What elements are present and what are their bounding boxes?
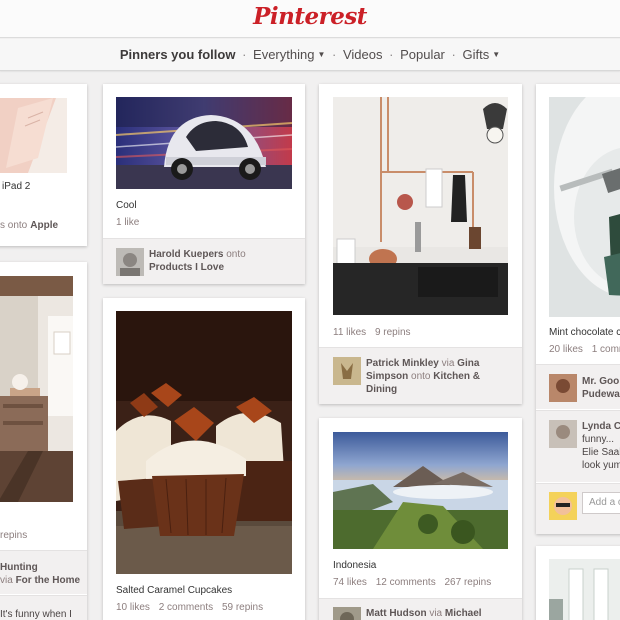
pin-comment: Lynda C funny... Elie Saab look yum — [536, 410, 620, 482]
comments-count: 12 comments — [375, 577, 436, 588]
pin-stats: repins — [0, 530, 33, 541]
via-text: via — [429, 608, 443, 619]
pin-image-ipad[interactable] — [0, 98, 67, 173]
nav-everything-label: Everything — [253, 47, 315, 62]
user-link[interactable]: Mr. Goo — [582, 376, 619, 387]
pin-image-mint[interactable] — [549, 97, 620, 317]
attribution-text: Harold Kuepers onto Products I Love — [149, 248, 246, 274]
pin-comment: It's funny when I — [0, 595, 87, 620]
likes-count: 1 like — [116, 217, 140, 228]
pin-description: iPad 2 — [2, 181, 31, 192]
pin-room[interactable] — [536, 546, 620, 620]
via-user-link[interactable]: Michael — [445, 608, 482, 619]
chevron-down-icon: ▼ — [492, 50, 501, 59]
pin-image-indonesia[interactable] — [333, 432, 508, 549]
my-avatar[interactable] — [549, 492, 577, 520]
repins-count: 267 repins — [444, 577, 492, 588]
repins-count: 9 repins — [374, 327, 411, 338]
comment-text: Lynda C funny... Elie Saab look yum — [582, 420, 620, 472]
nav-gifts-label: Gifts — [462, 47, 490, 62]
repinned-text: s onto — [0, 220, 28, 231]
nav-videos[interactable]: Videos — [343, 47, 383, 62]
commenter-name[interactable]: Lynda C — [582, 421, 620, 432]
pin-stats: 11 likes 9 repins — [333, 327, 417, 338]
via-text: via — [441, 358, 455, 369]
pin-image-room[interactable] — [549, 559, 620, 620]
pin-image-kitchen[interactable] — [333, 97, 508, 315]
comment-line: funny... — [582, 434, 615, 445]
nav-pinners-you-follow[interactable]: Pinners you follow — [120, 47, 236, 62]
pin-description: Mint chocolate c — [549, 327, 620, 338]
pin-stats: 20 likes 1 comm — [549, 344, 620, 355]
user-avatar[interactable] — [333, 607, 361, 620]
category-bar: Pinners you follow · Everything ▼ · Video… — [0, 39, 620, 71]
pin-image-cupcakes[interactable] — [116, 311, 292, 574]
top-bar: Pinterest — [0, 0, 620, 38]
pin-cupcakes[interactable]: Salted Caramel Cupcakes 10 likes 2 comme… — [103, 298, 305, 620]
pin-image-interior[interactable] — [0, 276, 73, 502]
pin-attribution: Matt Hudson via Michael — [319, 598, 522, 620]
pin-interior[interactable]: repins Hunting via For the Home It's fun… — [0, 262, 87, 620]
user-link[interactable]: Patrick Minkley — [366, 358, 439, 369]
pin-ipad[interactable]: iPad 2 s onto Apple — [0, 84, 87, 246]
pin-attribution: Hunting via For the Home — [0, 550, 87, 594]
via-text: via — [0, 575, 13, 586]
nav-everything[interactable]: Everything ▼ — [253, 47, 325, 62]
pin-kitchen[interactable]: 11 likes 9 repins Patrick Minkley via Gi… — [319, 84, 522, 404]
comment-line: look yum — [582, 460, 620, 471]
comment-text: It's funny when I — [0, 609, 72, 620]
user-avatar[interactable] — [116, 248, 144, 276]
nav-separator: · — [332, 47, 337, 62]
add-comment-input[interactable]: Add a co — [582, 492, 620, 514]
likes-count: 11 likes — [333, 327, 367, 338]
board-link[interactable]: Products I Love — [149, 262, 224, 273]
likes-count: 10 likes — [116, 602, 150, 613]
comment-line: Elie Saab — [582, 447, 620, 458]
pin-mint-chocolate[interactable]: Mint chocolate c 20 likes 1 comm Mr. Goo… — [536, 84, 620, 534]
chevron-down-icon: ▼ — [317, 50, 326, 59]
comments-count: 1 comm — [591, 344, 620, 355]
pin-description: Indonesia — [333, 560, 377, 571]
pin-stats: 10 likes 2 comments 59 repins — [116, 602, 269, 613]
user-link[interactable]: Matt Hudson — [366, 608, 427, 619]
nav-gifts[interactable]: Gifts ▼ — [462, 47, 500, 62]
attribution-text: Hunting via For the Home — [0, 561, 80, 587]
attribution-text: Matt Hudson via Michael — [366, 607, 496, 620]
onto-text: onto — [411, 371, 431, 382]
pin-attribution: Mr. Goo Pudewa — [536, 364, 620, 409]
pin-description: Cool — [116, 200, 137, 211]
pin-image-car[interactable] — [116, 97, 292, 189]
user-link-continued[interactable]: Pudewa — [582, 389, 620, 400]
comments-count: 2 comments — [158, 602, 214, 613]
attribution-text: Mr. Goo Pudewa — [582, 375, 620, 401]
commenter-avatar[interactable] — [549, 420, 577, 448]
board-link[interactable]: For the Home — [16, 575, 80, 586]
likes-count: 20 likes — [549, 344, 583, 355]
attribution-text: Patrick Minkley via Gina Simpson onto Ki… — [366, 357, 486, 396]
pinterest-logo[interactable]: Pinterest — [0, 3, 620, 30]
user-avatar[interactable] — [333, 357, 361, 385]
pin-attribution: Patrick Minkley via Gina Simpson onto Ki… — [319, 347, 522, 404]
onto-text: onto — [226, 249, 246, 260]
pin-stats: 74 likes 12 comments 267 repins — [333, 577, 497, 588]
repins-count: repins — [0, 530, 28, 541]
pin-description: Salted Caramel Cupcakes — [116, 585, 233, 596]
likes-count: 74 likes — [333, 577, 367, 588]
pin-attribution: Harold Kuepers onto Products I Love — [103, 238, 305, 284]
nav-separator: · — [451, 47, 456, 62]
pin-stats: 1 like — [116, 217, 145, 228]
add-comment-row: Add a co — [536, 483, 620, 534]
repins-count: 59 repins — [221, 602, 264, 613]
pin-cool[interactable]: Cool 1 like Harold Kuepers onto Products… — [103, 84, 305, 284]
nav-separator: · — [389, 47, 394, 62]
nav-popular[interactable]: Popular — [400, 47, 445, 62]
category-nav: Pinners you follow · Everything ▼ · Video… — [0, 47, 620, 62]
pin-board-line: s onto Apple — [0, 220, 58, 231]
user-avatar[interactable] — [549, 374, 577, 402]
pin-indonesia[interactable]: Indonesia 74 likes 12 comments 267 repin… — [319, 418, 522, 620]
board-link[interactable]: Apple — [30, 220, 58, 231]
user-link[interactable]: Harold Kuepers — [149, 249, 223, 260]
nav-separator: · — [242, 47, 247, 62]
user-link[interactable]: Hunting — [0, 562, 38, 573]
